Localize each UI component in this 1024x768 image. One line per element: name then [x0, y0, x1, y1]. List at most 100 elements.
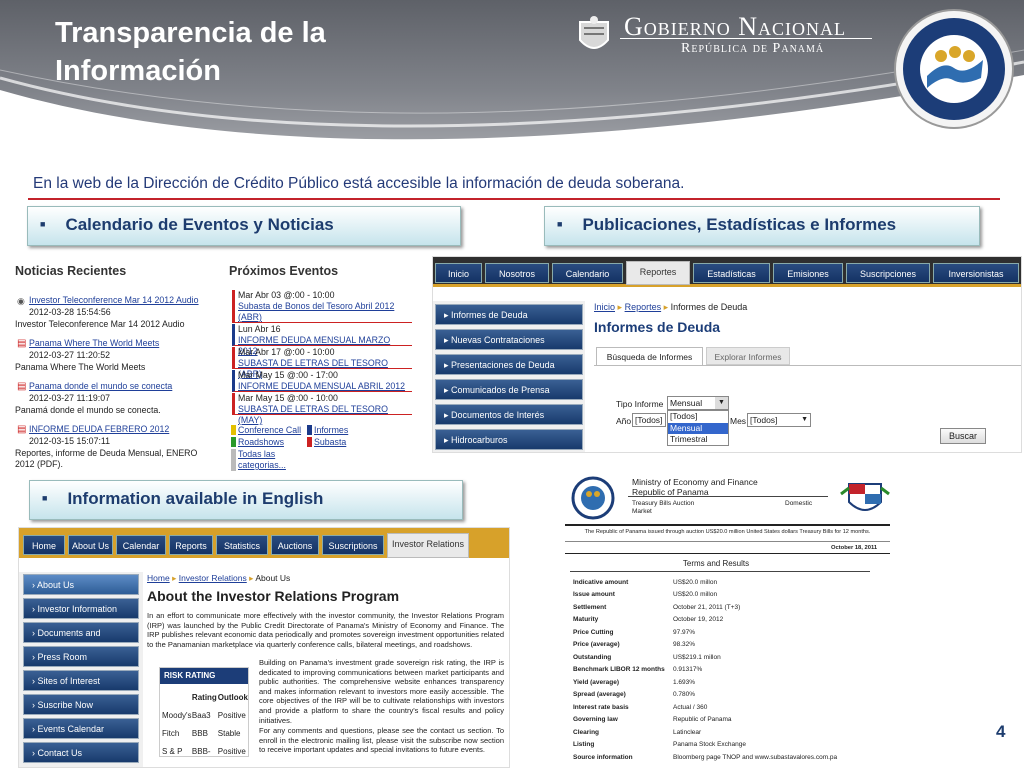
term-key: Yield (average) [573, 678, 620, 686]
news-link[interactable]: INFORME DEUDA FEBRERO 2012 [29, 424, 169, 434]
tab-investor-relations[interactable]: Investor Relations [387, 533, 469, 558]
sidebar-item-informes-deuda[interactable]: ▸ Informes de Deuda [435, 304, 583, 325]
tab-explorar[interactable]: Explorar Informes [706, 347, 790, 365]
doc-ministry-line1: Ministry of Economy and Finance [632, 477, 758, 487]
tab-estadisticas[interactable]: Estadísticas [693, 263, 770, 283]
term-value: 0.91317% [673, 666, 703, 674]
buscar-button[interactable]: Buscar [940, 428, 986, 444]
sidebar-item-investor-information[interactable]: › Investor Information [23, 598, 139, 619]
legend-conference-call[interactable]: Conference Call [231, 425, 301, 435]
mes-select[interactable]: [Todos] ▼ [747, 413, 811, 427]
sidebar-item-contact-us[interactable]: › Contact Us [23, 742, 139, 763]
table-row: Maturity October 19, 2012 [570, 614, 840, 627]
site-en-sidebar: › About Us › Investor Information › Docu… [19, 572, 143, 767]
table-row: Price Cutting 97.97% [570, 626, 840, 639]
breadcrumb-reportes[interactable]: Reportes [625, 302, 662, 312]
about-paragraph-1: In an effort to communicate more effecti… [147, 611, 504, 649]
sidebar-item-suscribe-now[interactable]: › Suscribe Now [23, 694, 139, 715]
legend-all[interactable]: Todas las categorias... [231, 449, 291, 471]
tab-suscriptions[interactable]: Suscriptions [322, 535, 384, 555]
breadcrumb-current: About Us [255, 573, 291, 583]
table-row: Settlement October 21, 2011 (T+3) [570, 601, 840, 614]
panama-coat-of-arms-icon [840, 483, 890, 511]
breadcrumb-separator: ▸ [249, 573, 254, 583]
sidebar-item-presentaciones[interactable]: ▸ Presentaciones de Deuda [435, 354, 583, 375]
ministry-seal-icon [894, 9, 1014, 129]
list-item: ▤ INFORME DEUDA FEBRERO 2012 2012-03-15 … [15, 424, 215, 470]
event-link[interactable]: INFORME DEUDA MENSUAL ABRIL 2012 [238, 381, 412, 392]
bullet-icon: ■ [42, 493, 48, 503]
tab-reports[interactable]: Reports [169, 535, 213, 555]
tab-auctions[interactable]: Auctions [271, 535, 319, 555]
sidebar-label: Press Room [37, 652, 88, 662]
sidebar-item-documents[interactable]: › Documents and Statistics [23, 622, 139, 659]
sidebar-label: Suscribe Now [37, 700, 94, 710]
event-item[interactable]: Mar May 15 @:00 - 10:00 SUBASTA DE LETRA… [232, 393, 412, 425]
news-date: 2012-03-15 15:07:11 [29, 436, 111, 446]
risk-rating-title: RISK RATING [160, 668, 248, 684]
sidebar-label: Hidrocarburos [451, 435, 508, 445]
tab-emisiones[interactable]: Emisiones [773, 263, 843, 283]
sidebar-item-documentos[interactable]: ▸ Documentos de Interés [435, 404, 583, 425]
breadcrumb-inicio[interactable]: Inicio [594, 302, 615, 312]
table-cell: BBB- [191, 746, 211, 756]
search-form: Tipo Informe Mensual ▼ [Todos] Mensual T… [594, 365, 1021, 452]
news-date: 2012-03-27 11:20:52 [29, 350, 111, 360]
sidebar-label: Investor Information [37, 604, 118, 614]
sidebar-item-sites-of-interest[interactable]: › Sites of Interest [23, 670, 139, 691]
legend-roadshows[interactable]: Roadshows [231, 437, 284, 447]
event-item[interactable]: Mar May 15 @:00 - 17:00 INFORME DEUDA ME… [232, 370, 412, 392]
site-es-heading: Informes de Deuda [594, 319, 721, 335]
sidebar-item-comunicados[interactable]: ▸ Comunicados de Prensa [435, 379, 583, 400]
legend-informes[interactable]: Informes [307, 425, 348, 435]
news-desc: Reportes, informe de Deuda Mensual, ENER… [15, 448, 198, 469]
tab-home[interactable]: Home [23, 535, 65, 555]
table-row: Price (average) 98.32% [570, 639, 840, 652]
event-link[interactable]: SUBASTA DE LETRAS DEL TESORO (MAY) [238, 404, 412, 426]
tab-calendario[interactable]: Calendario [552, 263, 623, 283]
event-item[interactable]: Mar Abr 03 @:00 - 10:00 Subasta de Bonos… [232, 290, 412, 323]
sidebar-item-nuevas-contrataciones[interactable]: ▸ Nuevas Contrataciones [435, 329, 583, 350]
option-todos[interactable]: [Todos] [668, 411, 728, 423]
sidebar-item-events-calendar[interactable]: › Events Calendar [23, 718, 139, 739]
table-cell: Positive [217, 746, 246, 756]
tab-busqueda[interactable]: Búsqueda de Informes [596, 347, 703, 365]
event-item[interactable]: Lun Abr 16 INFORME DEUDA MENSUAL MARZO 2… [232, 324, 412, 356]
event-link[interactable]: Subasta de Bonos del Tesoro Abril 2012 (… [238, 301, 412, 323]
option-trimestral[interactable]: Trimestral [668, 434, 728, 446]
tab-statistics[interactable]: Statistics [216, 535, 268, 555]
event-item[interactable]: Mar Abr 17 @:00 - 10:00 SUBASTA DE LETRA… [232, 347, 412, 379]
tab-inversionistas[interactable]: Inversionistas [933, 263, 1019, 283]
news-link[interactable]: Panama donde el mundo se conecta [29, 381, 172, 391]
tab-about-us[interactable]: About Us [68, 535, 113, 555]
sidebar-item-about-us[interactable]: › About Us [23, 574, 139, 595]
ano-select[interactable]: [Todos] [632, 413, 666, 427]
news-link[interactable]: Investor Teleconference Mar 14 2012 Audi… [29, 295, 199, 305]
table-row: Moody's Baa3 Positive [162, 706, 248, 724]
news-date: 2012-03-27 11:19:07 [29, 393, 111, 403]
doc-table-title: Terms and Results [682, 559, 750, 568]
news-link[interactable]: Panama Where The World Meets [29, 338, 159, 348]
table-cell: Moody's [162, 710, 192, 720]
term-key: Price (average) [573, 641, 620, 649]
site-en-navbar: Home About Us Calendar Reports Statistic… [19, 528, 509, 558]
legend-subasta[interactable]: Subasta [307, 437, 346, 447]
tab-suscripciones[interactable]: Suscripciones [846, 263, 930, 283]
tab-nosotros[interactable]: Nosotros [485, 263, 549, 283]
tab-inicio[interactable]: Inicio [435, 263, 482, 283]
event-legend: Conference Call Informes Roadshows Subas… [231, 425, 421, 471]
breadcrumb-home[interactable]: Home [147, 573, 170, 583]
event-time: Lun Abr 16 [238, 324, 281, 334]
tab-reportes[interactable]: Reportes [626, 261, 690, 285]
news-heading: Noticias Recientes [15, 264, 127, 278]
sidebar-item-hidrocarburos[interactable]: ▸ Hidrocarburos [435, 429, 583, 450]
breadcrumb-investor-relations[interactable]: Investor Relations [179, 573, 247, 583]
table-cell: BBB [191, 728, 208, 738]
term-value: 97.97% [673, 628, 696, 636]
option-mensual[interactable]: Mensual [668, 422, 728, 434]
tipo-select[interactable]: Mensual ▼ [667, 396, 729, 410]
sidebar-item-press-room[interactable]: › Press Room [23, 646, 139, 667]
table-cell: Stable [217, 728, 241, 738]
tab-calendar[interactable]: Calendar [116, 535, 166, 555]
news-date: 2012-03-28 15:54:56 [29, 307, 111, 317]
